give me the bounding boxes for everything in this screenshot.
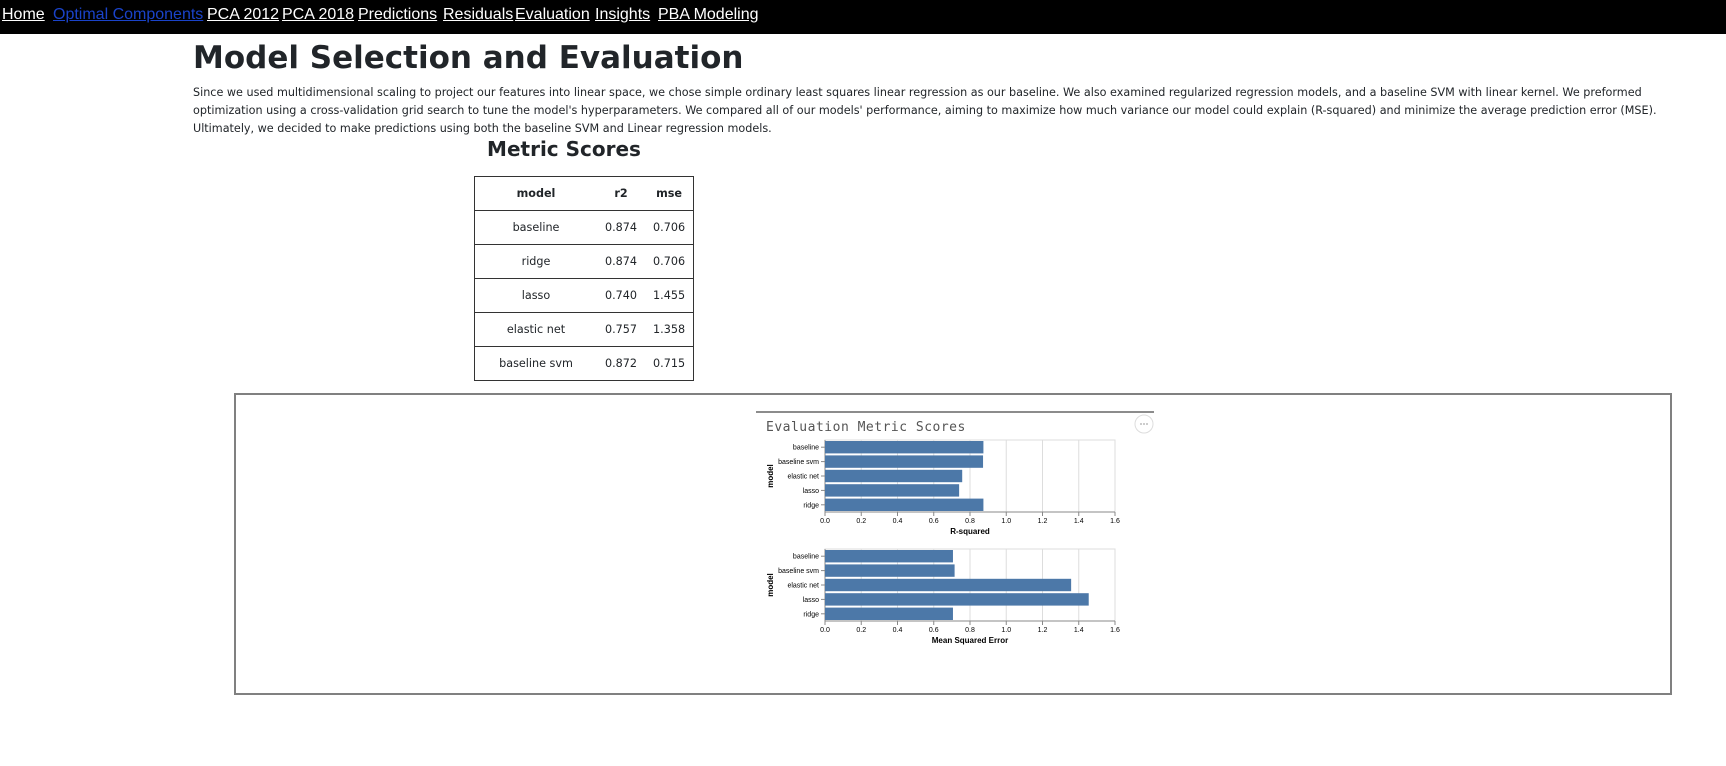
r2-x-tick-label: 1.4 (1074, 518, 1084, 525)
mse-y-tick-label: ridge (803, 611, 819, 618)
r2-bar-ridge (825, 498, 984, 511)
top-navigation-bar: Home Optimal Components PCA 2012 PCA 201… (0, 0, 1726, 34)
r2-x-tick-label: 1.6 (1110, 518, 1120, 525)
mse-bar-baseline (825, 550, 953, 563)
mse-y-tick-label: baseline svm (778, 568, 819, 575)
nav-link-residuals[interactable]: Residuals (443, 6, 513, 24)
mse-y-tick-label: lasso (803, 597, 819, 604)
r2-x-tick-label: 0.2 (856, 518, 866, 525)
cell-mse: 0.706 (645, 244, 694, 279)
mse-x-tick-label: 1.0 (1001, 627, 1011, 634)
mse-bar-lasso (825, 593, 1089, 606)
nav-link-home[interactable]: Home (2, 6, 45, 24)
r-squared-panel: 0.0 0.2 0.4 0.6 0.8 1.0 1.2 1.4 1.6 baseline basel… (766, 439, 1120, 536)
r2-y-tick-label: lasso (803, 488, 819, 495)
r2-x-tick-label: 0.0 (820, 518, 830, 525)
chart-title: Evaluation Metric Scores (766, 420, 966, 435)
r2-x-axis-title: R-squared (950, 527, 990, 536)
nav-link-pca-2018[interactable]: PCA 2018 (282, 6, 354, 24)
cell-mse: 0.706 (645, 210, 694, 245)
r2-y-tick-label: baseline svm (778, 459, 819, 466)
mse-x-tick-label: 0.2 (856, 627, 866, 634)
nav-link-pba-modeling[interactable]: PBA Modeling (658, 6, 759, 24)
cell-mse: 1.455 (645, 278, 694, 313)
table-row: elastic net 0.757 1.358 (474, 312, 694, 347)
mse-x-tick-label: 1.6 (1110, 627, 1120, 634)
mse-y-tick-label: elastic net (787, 583, 819, 590)
mse-bar-elastic-net (825, 578, 1072, 592)
cell-r2: 0.757 (597, 312, 646, 347)
r2-bar-lasso (825, 484, 960, 497)
table-row: baseline svm 0.872 0.715 (474, 346, 694, 381)
cell-model: elastic net (474, 312, 597, 347)
mse-x-tick-label: 0.8 (965, 627, 975, 634)
r2-x-tick-label: 0.6 (929, 518, 939, 525)
cell-mse: 1.358 (645, 312, 694, 347)
nav-link-predictions[interactable]: Predictions (358, 6, 437, 24)
mse-x-tick-label: 0.4 (893, 627, 903, 634)
mse-x-tick-label: 0.6 (929, 627, 939, 634)
mse-panel: 0.0 0.2 0.4 0.6 0.8 1.0 1.2 1.4 1.6 baseline basel… (766, 548, 1120, 645)
cell-r2: 0.874 (597, 244, 646, 279)
r2-x-tick-label: 0.4 (893, 518, 903, 525)
table-row: lasso 0.740 1.455 (474, 278, 694, 313)
r2-y-tick-label: ridge (803, 502, 819, 509)
metric-scores-table: model r2 mse baseline 0.874 0.706 ridge … (474, 176, 695, 381)
cell-r2: 0.874 (597, 210, 646, 245)
chart-frame: Evaluation Metric Scores 0.0 0.2 0.4 0.6 0.8… (234, 393, 1672, 695)
cell-r2: 0.740 (597, 278, 646, 313)
nav-link-insights[interactable]: Insights (595, 6, 650, 24)
table-row: ridge 0.874 0.706 (474, 244, 694, 279)
mse-x-tick-label: 1.4 (1074, 627, 1084, 634)
cell-model: lasso (474, 278, 597, 313)
nav-link-optimal-components[interactable]: Optimal Components (53, 6, 203, 24)
ellipsis-icon (1140, 423, 1148, 425)
nav-link-evaluation[interactable]: Evaluation (515, 6, 590, 24)
r2-bar-baseline (825, 441, 984, 454)
mse-x-tick-label: 1.2 (1038, 627, 1048, 634)
r2-x-tick-label: 1.2 (1038, 518, 1048, 525)
column-header-model: model (516, 187, 556, 200)
intro-paragraph: Since we used multidimensional scaling t… (193, 86, 1657, 135)
mse-bar-ridge (825, 607, 953, 620)
r2-x-tick-label: 1.0 (1001, 518, 1011, 525)
table-header-row: model r2 mse (475, 177, 694, 211)
mse-y-tick-label: baseline (793, 554, 819, 561)
cell-model: baseline svm (474, 346, 597, 381)
mse-bar-baseline-svm (825, 564, 955, 577)
table-row: baseline 0.874 0.706 (474, 210, 694, 245)
column-header-r2: r2 (614, 187, 628, 200)
mse-y-axis-title: model (766, 573, 775, 597)
r2-y-axis-title: model (766, 464, 775, 488)
cell-r2: 0.872 (597, 346, 646, 381)
chart-menu-button[interactable] (1134, 414, 1154, 434)
nav-link-pca-2012[interactable]: PCA 2012 (207, 6, 279, 24)
column-header-mse: mse (656, 187, 682, 200)
r2-bar-baseline-svm (825, 455, 984, 468)
cell-model: ridge (474, 244, 597, 279)
evaluation-chart: Evaluation Metric Scores 0.0 0.2 0.4 0.6 0.8… (756, 411, 1154, 645)
mse-x-tick-label: 0.0 (820, 627, 830, 634)
mse-x-axis-title: Mean Squared Error (932, 636, 1008, 645)
page-title: Model Selection and Evaluation (193, 40, 744, 76)
r2-bar-elastic-net (825, 469, 963, 483)
r2-y-tick-label: baseline (793, 445, 819, 452)
cell-mse: 0.715 (645, 346, 694, 381)
r2-x-tick-label: 0.8 (965, 518, 975, 525)
r2-y-tick-label: elastic net (787, 474, 819, 481)
metric-scores-heading: Metric Scores (487, 137, 641, 161)
cell-model: baseline (474, 210, 597, 245)
